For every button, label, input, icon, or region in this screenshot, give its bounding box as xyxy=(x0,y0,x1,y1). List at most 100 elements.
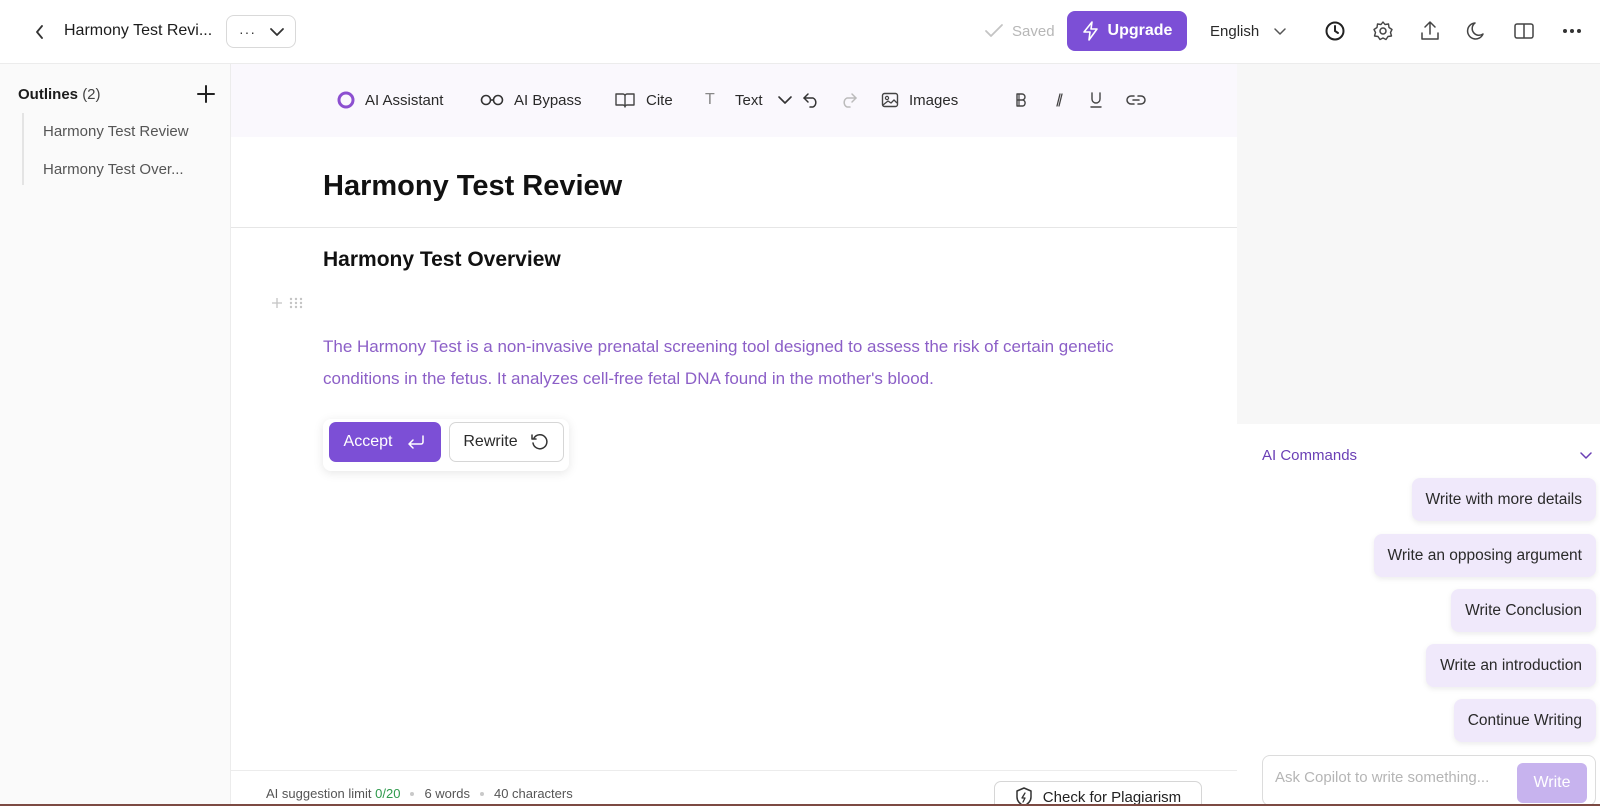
saved-label: Saved xyxy=(1012,22,1055,40)
images-button[interactable]: Images xyxy=(881,87,958,113)
history-button[interactable] xyxy=(1322,18,1348,44)
accept-label: Accept xyxy=(343,433,393,450)
cite-label: Cite xyxy=(646,91,673,109)
rewrite-label: Rewrite xyxy=(463,433,518,450)
cite-button[interactable]: Cite xyxy=(614,87,673,113)
character-count: 40 characters xyxy=(493,786,573,801)
separator-dot xyxy=(479,791,484,796)
editor-footer: AI suggestion limit 0/20 6 words 40 char… xyxy=(231,770,1237,806)
check-icon xyxy=(984,23,1004,39)
chevron-down-icon xyxy=(269,27,285,37)
write-button[interactable]: Write xyxy=(1517,763,1587,803)
chevron-left-icon xyxy=(35,25,45,39)
ellipsis-icon xyxy=(1562,28,1582,34)
lightning-icon xyxy=(1082,21,1100,41)
upgrade-label: Upgrade xyxy=(1107,22,1173,39)
copilot-input[interactable] xyxy=(1275,769,1515,786)
text-style-select[interactable]: T Text xyxy=(705,87,793,113)
undo-button[interactable] xyxy=(802,87,820,113)
gear-icon xyxy=(1372,20,1394,42)
command-write-conclusion[interactable]: Write Conclusion xyxy=(1451,589,1596,632)
check-plagiarism-button[interactable]: Check for Plagiarism xyxy=(994,781,1202,806)
suggestion-limit-value: 0/20 xyxy=(375,786,401,801)
suggestion-limit-label: AI suggestion limit xyxy=(266,786,372,801)
add-block-icon[interactable] xyxy=(271,297,283,309)
split-view-button[interactable] xyxy=(1511,18,1537,44)
language-select[interactable]: English xyxy=(1210,19,1287,43)
language-label: English xyxy=(1210,22,1260,40)
chevron-down-icon xyxy=(777,95,793,105)
underline-button[interactable] xyxy=(1089,87,1103,113)
ai-bypass-button[interactable]: AI Bypass xyxy=(480,87,582,113)
accept-button[interactable]: Accept xyxy=(329,422,441,462)
upload-icon xyxy=(1419,20,1441,42)
upgrade-button[interactable]: Upgrade xyxy=(1067,11,1187,51)
command-write-introduction[interactable]: Write an introduction xyxy=(1426,644,1596,687)
drag-handle-icon[interactable] xyxy=(289,297,303,309)
ring-icon xyxy=(337,91,355,109)
copilot-input-box: Write xyxy=(1262,755,1596,806)
ai-suggestion-text[interactable]: The Harmony Test is a non-invasive prena… xyxy=(323,331,1123,395)
bold-icon xyxy=(1014,92,1028,108)
command-opposing-argument[interactable]: Write an opposing argument xyxy=(1373,534,1596,577)
outlines-heading: Outlines (2) xyxy=(18,86,101,103)
top-bar: Harmony Test Revi... ··· Saved Upgrade E… xyxy=(0,0,1600,64)
back-button[interactable] xyxy=(28,20,52,44)
suggestion-action-card: Accept Rewrite xyxy=(323,419,569,471)
ai-commands-header[interactable]: AI Commands xyxy=(1262,447,1357,464)
outline-item[interactable]: Harmony Test Over... xyxy=(43,161,184,178)
redo-button[interactable] xyxy=(840,87,858,113)
link-button[interactable] xyxy=(1126,87,1146,113)
history-icon xyxy=(1324,20,1346,42)
right-panel-blank xyxy=(1237,64,1600,424)
italic-icon xyxy=(1052,92,1066,108)
more-menu-button[interactable] xyxy=(1559,18,1585,44)
word-count: 6 words xyxy=(424,786,470,801)
title-divider xyxy=(231,227,1237,228)
image-icon xyxy=(881,92,899,108)
italic-button[interactable] xyxy=(1052,87,1066,113)
moon-icon xyxy=(1466,20,1488,42)
chevron-down-icon xyxy=(1273,27,1287,36)
refresh-icon xyxy=(530,432,550,452)
suggestion-limit: AI suggestion limit 0/20 xyxy=(266,786,400,801)
outline-tree-line xyxy=(22,113,24,185)
link-icon xyxy=(1126,94,1146,106)
redo-icon xyxy=(840,92,858,108)
outline-item[interactable]: Harmony Test Review xyxy=(43,123,189,140)
more-options-dropdown[interactable]: ··· xyxy=(226,15,296,48)
glasses-icon xyxy=(480,93,504,107)
text-type-icon: T xyxy=(705,91,715,108)
command-write-more-details[interactable]: Write with more details xyxy=(1411,478,1596,521)
section-heading[interactable]: Harmony Test Overview xyxy=(323,248,561,272)
chevron-down-icon xyxy=(1580,452,1592,460)
separator-dot xyxy=(410,791,415,796)
ai-assistant-button[interactable]: AI Assistant xyxy=(337,87,443,113)
saved-status: Saved xyxy=(984,20,1055,42)
images-label: Images xyxy=(909,91,959,109)
plagiarism-label: Check for Plagiarism xyxy=(1042,788,1182,806)
more-label: ··· xyxy=(239,23,256,40)
rewrite-button[interactable]: Rewrite xyxy=(449,422,564,462)
bold-button[interactable] xyxy=(1014,87,1028,113)
export-button[interactable] xyxy=(1417,18,1443,44)
outlines-count: (2) xyxy=(82,86,101,103)
outlines-label: Outlines xyxy=(18,86,79,103)
command-continue-writing[interactable]: Continue Writing xyxy=(1453,699,1596,742)
settings-button[interactable] xyxy=(1370,18,1396,44)
document-heading[interactable]: Harmony Test Review xyxy=(323,170,622,203)
editor-toolbar: AI Assistant AI Bypass Cite T Text Image… xyxy=(231,64,1237,137)
book-open-icon xyxy=(614,91,636,109)
undo-icon xyxy=(802,92,820,108)
outline-sidebar: Outlines (2) Harmony Test Review Harmony… xyxy=(0,64,231,806)
collapse-commands-button[interactable] xyxy=(1580,452,1592,460)
document-title[interactable]: Harmony Test Revi... xyxy=(64,20,212,42)
ai-assistant-label: AI Assistant xyxy=(365,91,444,109)
block-handles xyxy=(271,297,303,309)
enter-icon xyxy=(406,434,426,450)
text-style-label: Text xyxy=(735,91,763,109)
dark-mode-button[interactable] xyxy=(1464,18,1490,44)
book-icon xyxy=(1513,20,1535,42)
underline-icon xyxy=(1089,91,1103,109)
add-outline-button[interactable] xyxy=(196,84,218,106)
